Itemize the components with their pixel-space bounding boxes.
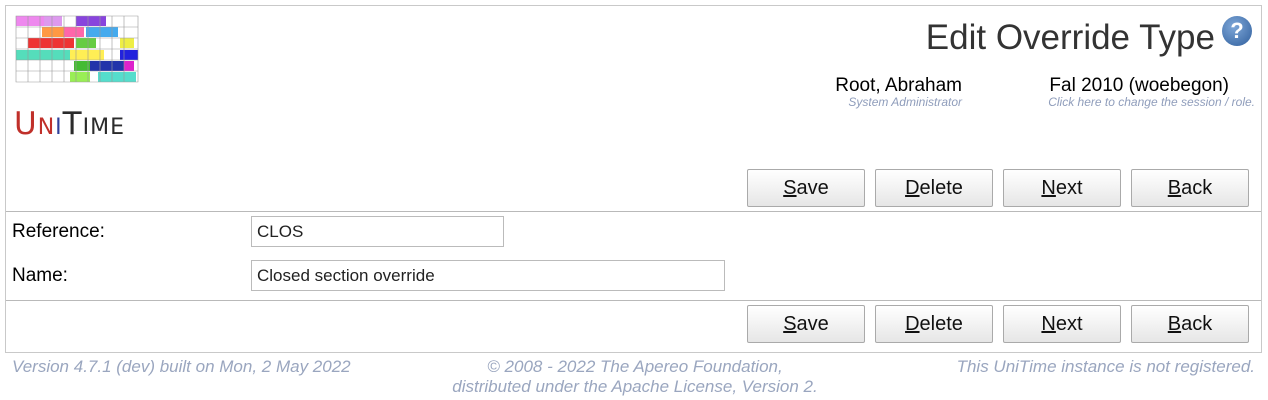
page-title: Edit Override Type [925,18,1215,57]
delete-button[interactable]: Delete [875,169,993,207]
user-role: System Administrator [848,95,962,109]
header-divider [6,211,1261,212]
top-button-bar: Save Delete Next Back [747,169,1249,207]
unitime-logo: UNITIME [14,14,140,144]
page-frame: UNITIME Edit Override Type ? Root, Abrah… [5,5,1262,353]
user-info: Root, Abraham System Administrator [792,75,962,109]
delete-button-bottom[interactable]: Delete [875,305,993,343]
help-question-icon[interactable]: ? [1222,16,1252,46]
registration-text: This UniTime instance is not registered. [956,357,1255,376]
logo-grid-icon [14,14,140,92]
session-selector[interactable]: Fal 2010 (woebegon) Click here to change… [955,75,1255,109]
copyright-text: © 2008 - 2022 The Apereo Foundation, dis… [380,357,890,397]
bottom-button-bar: Save Delete Next Back [747,305,1249,343]
save-button-bottom[interactable]: Save [747,305,865,343]
reference-input[interactable] [251,216,504,247]
name-input[interactable] [251,260,725,291]
back-button-bottom[interactable]: Back [1131,305,1249,343]
save-button[interactable]: Save [747,169,865,207]
version-text: Version 4.7.1 (dev) built on Mon, 2 May … [12,357,351,376]
next-button[interactable]: Next [1003,169,1121,207]
copyright-line-1: © 2008 - 2022 The Apereo Foundation, [487,357,783,376]
copyright-line-2: distributed under the Apache License, Ve… [452,377,818,396]
name-label: Name: [12,265,68,286]
next-button-bottom[interactable]: Next [1003,305,1121,343]
back-button[interactable]: Back [1131,169,1249,207]
session-name[interactable]: Fal 2010 (woebegon) [955,75,1255,97]
session-hint[interactable]: Click here to change the session / role. [955,95,1255,109]
user-name: Root, Abraham [835,75,962,96]
reference-label: Reference: [12,221,105,242]
footer-divider [6,300,1261,301]
logo-wordmark: UNITIME [14,106,125,142]
